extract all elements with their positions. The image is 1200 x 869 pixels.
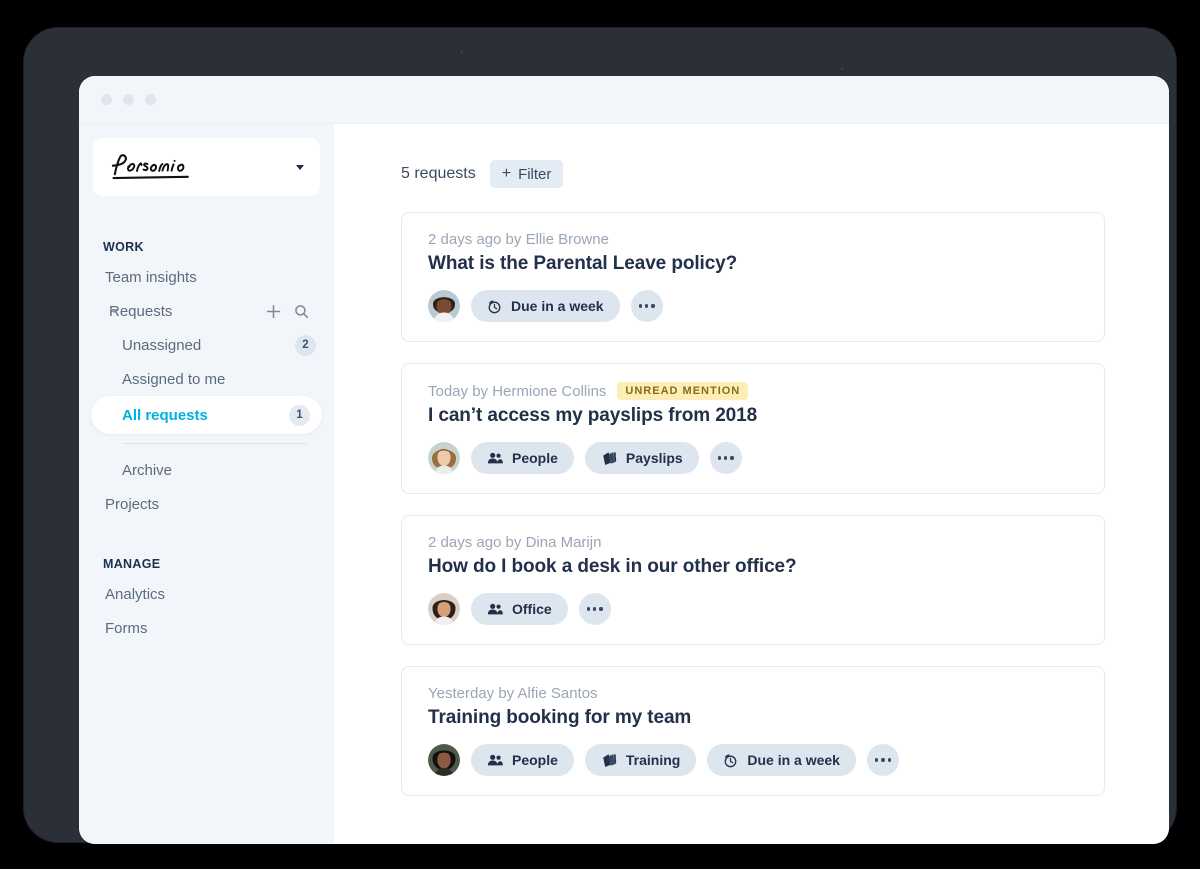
request-meta-text: 2 days ago by Ellie Browne [428, 231, 609, 248]
request-meta-text: Yesterday by Alfie Santos [428, 685, 598, 702]
sidebar-item-all-requests[interactable]: All requests 1 [91, 396, 322, 434]
request-meta: Today by Hermione Collins UNREAD MENTION [428, 382, 1082, 400]
chip-label: People [512, 450, 558, 466]
request-actions: Office [428, 593, 1082, 625]
chip-label: Due in a week [511, 298, 604, 314]
device-frame: WORK Team insights Requests Unassigned 2… [24, 28, 1176, 844]
sidebar-item-analytics[interactable]: Analytics [79, 577, 334, 611]
window-titlebar [79, 76, 1169, 124]
request-meta-text: Today by Hermione Collins [428, 382, 607, 400]
sidebar-group-requests[interactable]: Requests [79, 294, 334, 328]
personio-logo [111, 154, 189, 180]
browser-window: WORK Team insights Requests Unassigned 2… [79, 76, 1169, 844]
sidebar-item-projects[interactable]: Projects [79, 487, 334, 521]
documents-icon [601, 753, 617, 768]
search-icon[interactable] [290, 300, 312, 322]
request-card[interactable]: 2 days ago by Ellie Browne What is the P… [401, 212, 1105, 342]
chip-label: Due in a week [747, 752, 840, 768]
chip-people[interactable]: People [471, 442, 574, 474]
requests-list: 2 days ago by Ellie Browne What is the P… [334, 212, 1169, 796]
chip-training[interactable]: Training [584, 744, 697, 776]
sidebar-item-team-insights[interactable]: Team insights [79, 260, 334, 294]
people-icon [487, 451, 503, 465]
request-meta: 2 days ago by Dina Marijn [428, 534, 1082, 551]
sidebar-item-label: Unassigned [122, 336, 202, 354]
filter-button-label: Filter [518, 165, 552, 183]
stopwatch-icon [723, 753, 738, 768]
sidebar-group-label: Requests [109, 302, 173, 320]
sidebar-item-label: All requests [122, 406, 208, 424]
request-title: What is the Parental Leave policy? [428, 253, 738, 274]
sidebar-item-unassigned[interactable]: Unassigned 2 [79, 328, 334, 362]
stopwatch-icon [487, 299, 502, 314]
requests-toolbar: 5 requests + Filter [334, 160, 1169, 188]
chevron-down-icon [296, 164, 304, 170]
sidebar-item-label: Projects [105, 495, 160, 513]
window-minimize-dot[interactable] [123, 94, 134, 105]
request-card[interactable]: Yesterday by Alfie Santos Training booki… [401, 666, 1105, 796]
status-badge: UNREAD MENTION [617, 382, 749, 400]
request-meta-text: 2 days ago by Dina Marijn [428, 534, 602, 551]
main-content: 5 requests + Filter 2 days ago by Ellie … [334, 124, 1169, 844]
sidebar-item-label: Assigned to me [122, 370, 226, 388]
filter-button[interactable]: + Filter [489, 160, 564, 188]
documents-icon [601, 451, 617, 466]
chip-label: Training [625, 752, 681, 768]
request-meta: 2 days ago by Ellie Browne [428, 231, 1082, 248]
unassigned-count-badge: 2 [295, 334, 316, 356]
request-card[interactable]: Today by Hermione Collins UNREAD MENTION… [401, 363, 1105, 494]
chip-people[interactable]: People [471, 744, 574, 776]
sidebar-item-label: Analytics [105, 585, 166, 603]
window-close-dot[interactable] [101, 94, 112, 105]
chip-due-in-a-week[interactable]: Due in a week [707, 744, 856, 776]
all-requests-count-badge: 1 [289, 404, 310, 426]
request-actions: People Payslips [428, 442, 1082, 474]
request-title: How do I book a desk in our other office… [428, 556, 797, 577]
chip-label: Payslips [625, 450, 683, 466]
brand-switcher[interactable] [93, 138, 320, 196]
sidebar-item-assigned-to-me[interactable]: Assigned to me [79, 362, 334, 396]
plus-icon: + [501, 165, 512, 182]
plus-icon[interactable] [262, 300, 284, 322]
chip-label: Office [512, 601, 552, 617]
sidebar-section-work-label: WORK [103, 240, 144, 254]
chip-due-in-a-week[interactable]: Due in a week [471, 290, 620, 322]
sidebar-item-label: Team insights [105, 268, 197, 286]
sidebar-section-manage-label: MANAGE [103, 557, 161, 571]
more-options-button[interactable] [630, 290, 663, 322]
sidebar-item-label: Forms [105, 619, 148, 637]
request-actions: People Training Due in a week [428, 744, 1082, 776]
sidebar-divider [122, 443, 308, 444]
more-options-button[interactable] [709, 442, 742, 474]
avatar[interactable] [428, 593, 460, 625]
avatar[interactable] [428, 744, 460, 776]
window-maximize-dot[interactable] [145, 94, 156, 105]
chip-payslips[interactable]: Payslips [584, 442, 699, 474]
request-meta: Yesterday by Alfie Santos [428, 685, 1082, 702]
avatar[interactable] [428, 442, 460, 474]
sidebar-item-forms[interactable]: Forms [79, 611, 334, 645]
request-card[interactable]: 2 days ago by Dina Marijn How do I book … [401, 515, 1105, 645]
sidebar-item-label: Archive [122, 461, 173, 479]
window-body: WORK Team insights Requests Unassigned 2… [79, 124, 1169, 844]
request-title: Training booking for my team [428, 707, 692, 728]
request-title: I can’t access my payslips from 2018 [428, 405, 758, 426]
chip-office[interactable]: Office [471, 593, 568, 625]
requests-count-label: 5 requests [401, 165, 476, 182]
sidebar: WORK Team insights Requests Unassigned 2… [79, 124, 334, 844]
caret-down-icon [110, 309, 118, 313]
people-icon [487, 602, 503, 616]
chip-label: People [512, 752, 558, 768]
avatar[interactable] [428, 290, 460, 322]
sidebar-item-archive[interactable]: Archive [79, 453, 334, 487]
people-icon [487, 753, 503, 767]
more-options-button[interactable] [866, 744, 899, 776]
more-options-button[interactable] [578, 593, 611, 625]
request-actions: Due in a week [428, 290, 1082, 322]
